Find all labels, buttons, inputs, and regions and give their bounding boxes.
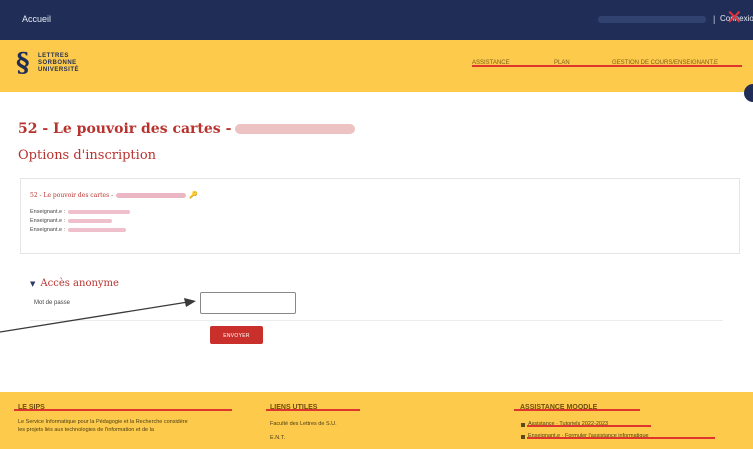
close-icon[interactable]: ✕ (726, 7, 743, 27)
teacher-name-redacted (235, 124, 356, 134)
section-title-text: Accès anonyme (40, 278, 119, 289)
footer-strikethrough (527, 437, 715, 439)
teacher-row: Enseignant.e : (30, 209, 131, 215)
teacher-name-redacted[interactable] (68, 218, 113, 223)
triangle-down-icon: ▼ (30, 280, 36, 288)
page-title: 52 - Le pouvoir des cartes - (18, 121, 356, 137)
footer-strikethrough (14, 409, 232, 411)
nav-strikethrough (472, 65, 742, 67)
logo-text: LETTRES SORBONNE UNIVERSITÉ (38, 53, 80, 73)
key-icon: 🔑 (189, 191, 198, 199)
password-input[interactable] (200, 292, 296, 314)
home-link[interactable]: Accueil (22, 14, 51, 24)
anonymous-access-toggle[interactable]: ▼ Accès anonyme (30, 278, 119, 289)
bullet-icon (521, 435, 525, 439)
teacher-name-redacted[interactable] (68, 227, 127, 232)
course-info-card: 52 - Le pouvoir des cartes - 🔑 Enseignant… (20, 178, 740, 254)
footer-text-line: les projets liés aux technologies de l'i… (18, 427, 154, 433)
teacher-name-redacted[interactable] (68, 209, 131, 214)
footer-strikethrough (527, 425, 651, 427)
site-footer: LE SIPS Le Service Informatique pour la … (0, 392, 753, 449)
footer-strikethrough (514, 409, 640, 411)
teacher-label: Enseignant.e : (30, 218, 66, 224)
footer-link[interactable]: E.N.T. (270, 435, 285, 442)
course-name-redacted (116, 193, 187, 198)
footer-link[interactable]: Faculté des Lettres de S.U. (270, 421, 337, 428)
footer-text-line: Le Service Informatique pour la Pédagogi… (18, 419, 188, 425)
teacher-label: Enseignant.e : (30, 209, 66, 215)
course-link-text: 52 - Le pouvoir des cartes - (30, 192, 114, 199)
footer-strikethrough (266, 409, 360, 411)
page-title-text: 52 - Le pouvoir des cartes - (18, 121, 232, 137)
bullet-icon (521, 423, 525, 427)
logo-mark-icon: § (16, 48, 30, 78)
separator: | (713, 14, 716, 24)
top-navbar: Accueil | Connexion ✕ (0, 0, 753, 40)
teacher-row: Enseignant.e : (30, 227, 127, 233)
submit-button[interactable]: ENVOYER (210, 326, 263, 344)
teacher-row: Enseignant.e : (30, 218, 113, 224)
teacher-label: Enseignant.e : (30, 227, 66, 233)
site-header: § LETTRES SORBONNE UNIVERSITÉ ASSISTANCE… (0, 40, 753, 92)
page-subtitle: Options d'inscription (18, 148, 157, 163)
user-name-redacted (598, 16, 706, 23)
arrow-annotation (0, 298, 196, 333)
course-link[interactable]: 52 - Le pouvoir des cartes - 🔑 (30, 191, 198, 199)
university-logo[interactable]: § LETTRES SORBONNE UNIVERSITÉ (16, 49, 136, 83)
